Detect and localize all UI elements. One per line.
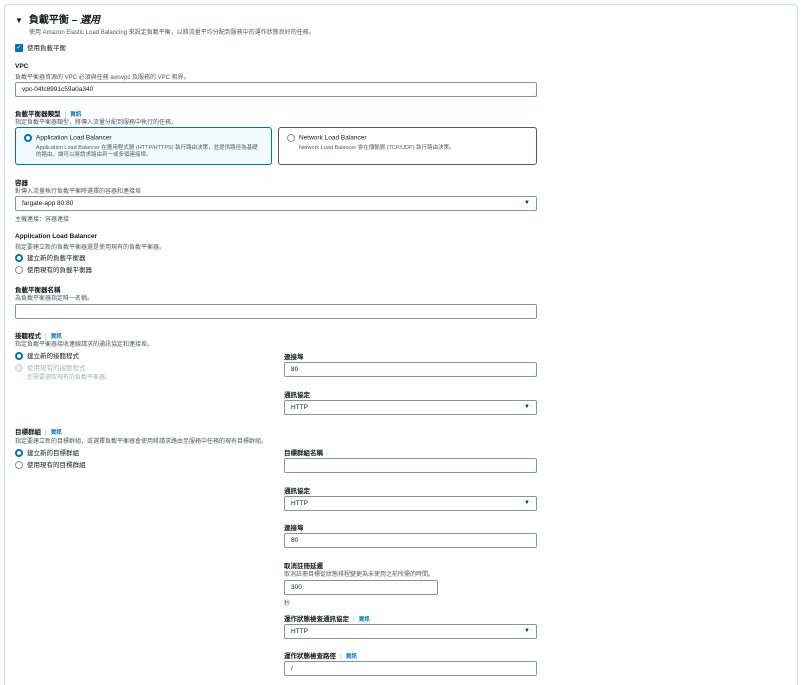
container-hint: 主機連接：容器連接 — [15, 217, 70, 223]
tg-new-radio[interactable] — [15, 449, 23, 458]
listener-protocol-label: 通訊協定 — [284, 392, 310, 399]
nlb-type-tile[interactable]: Network Load Balancer Network Load Balan… — [278, 127, 537, 165]
alb-type-radio[interactable] — [24, 134, 32, 142]
alb-description: 指定要建立新的負載平衡器還是使用現有的負載平衡器。 — [15, 245, 166, 251]
dropdown-caret-icon: ▼ — [524, 628, 530, 634]
hc-protocol-info-link[interactable]: 資訊 — [359, 617, 370, 623]
lb-name-input[interactable] — [15, 304, 537, 319]
listener-protocol-select[interactable]: HTTP ▼ — [284, 400, 537, 415]
tg-existing-radio[interactable] — [15, 461, 23, 470]
listener-existing-radio[interactable] — [15, 364, 23, 373]
listener-option-existing[interactable]: 使用現有的接聽程式 — [15, 362, 86, 373]
dereg-delay-unit: 秒 — [284, 601, 291, 607]
tg-name-input[interactable] — [284, 458, 537, 473]
hc-path-label: 運作狀態檢查路徑 | 資訊 — [284, 653, 357, 660]
section-title[interactable]: ▼ 負載平衡 – 選用 — [15, 11, 100, 26]
alb-option-new[interactable]: 建立新的負載平衡器 — [15, 252, 86, 263]
tg-port-label: 連接埠 — [284, 525, 304, 532]
tg-name-label: 目標群組名稱 — [284, 450, 323, 457]
tg-protocol-label: 通訊協定 — [284, 488, 310, 495]
check-icon: ✓ — [15, 44, 23, 53]
dropdown-caret-icon: ▼ — [524, 500, 530, 506]
lb-type-description: 指定負載平衡器類型，將傳入流量分配到服務中執行的任務。 — [15, 120, 178, 126]
dropdown-caret-icon: ▼ — [524, 200, 530, 206]
listener-port-input[interactable]: 80 — [284, 362, 537, 377]
target-group-option-existing[interactable]: 使用現有的目標群組 — [15, 459, 86, 470]
lb-name-description: 為負載平衡器指定唯一名稱。 — [15, 296, 94, 302]
target-group-label: 目標群組 | 資訊 — [15, 429, 62, 436]
dropdown-caret-icon: ▼ — [524, 404, 530, 410]
vpc-label: VPC — [15, 63, 29, 70]
target-group-option-new[interactable]: 建立新的目標群組 — [15, 447, 79, 458]
section-description: 使用 Amazon Elastic Load Balancing 來設定負載平衡… — [29, 30, 315, 36]
tg-port-input[interactable]: 80 — [284, 533, 537, 548]
nlb-type-radio[interactable] — [287, 134, 295, 142]
hc-path-info-link[interactable]: 資訊 — [346, 654, 357, 660]
listener-port-label: 連接埠 — [284, 354, 304, 361]
listener-new-radio[interactable] — [15, 352, 23, 361]
dereg-delay-input[interactable]: 300 — [284, 580, 438, 595]
alb-option-existing[interactable]: 使用現有的負載平衡器 — [15, 264, 92, 275]
target-group-description: 指定要建立新的目標群組，或選擇負載平衡器會使用將請求路由至服務中任務的現有目標群… — [15, 439, 268, 445]
listener-description: 指定負載平衡器接收連線請求的通訊協定和連接埠。 — [15, 342, 154, 348]
alb-label: Application Load Balancer — [15, 233, 97, 240]
alb-new-radio[interactable] — [15, 254, 23, 263]
hc-protocol-select[interactable]: HTTP ▼ — [284, 624, 537, 639]
dereg-delay-description: 取消註冊目標從狀態排程變更為未使用之前所需的時間。 — [284, 572, 435, 578]
vpc-description: 負載平衡器資源的 VPC 必須與任務 awsvpc 及服務的 VPC 相界。 — [15, 75, 190, 81]
listener-existing-note: 您需要選取現有的負載平衡器。 — [27, 375, 112, 381]
hc-path-input[interactable]: / — [284, 661, 537, 676]
vpc-field[interactable]: vpc-04fc8991c59a0a340 — [15, 82, 537, 97]
container-select[interactable]: fargate-app 80:80 ▼ — [15, 196, 537, 211]
alb-type-tile[interactable]: Application Load Balancer Application Lo… — [15, 127, 272, 165]
listener-option-new[interactable]: 建立新的接聽程式 — [15, 350, 79, 361]
container-description: 對傳入流量執行負載平衡時選擇的容器和連接埠 — [15, 189, 142, 195]
tg-protocol-select[interactable]: HTTP ▼ — [284, 496, 537, 511]
caret-down-icon[interactable]: ▼ — [15, 16, 23, 25]
use-lb-checkbox[interactable]: ✓ 使用負載平衡 — [15, 42, 66, 53]
hc-protocol-label: 運作狀態檢查通訊協定 | 資訊 — [284, 616, 370, 623]
alb-existing-radio[interactable] — [15, 266, 23, 275]
